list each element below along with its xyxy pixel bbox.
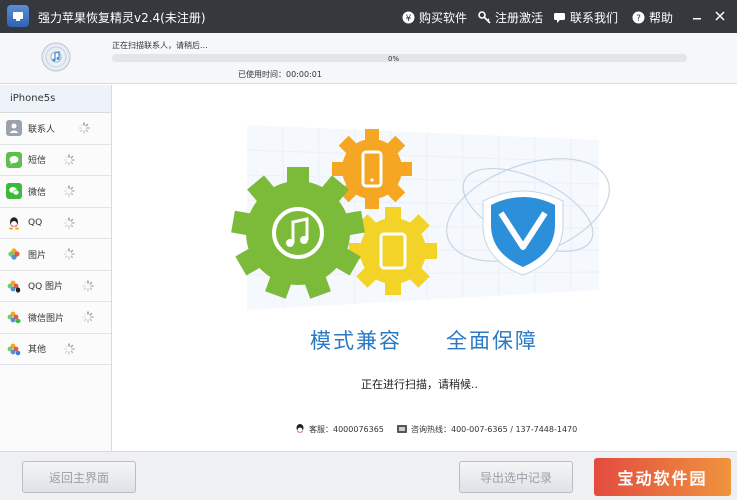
hotline: 咨询热线：400-007-6365 / 137-7448-1470 — [396, 423, 577, 435]
sidebar-item-messages[interactable]: 短信 — [0, 145, 111, 176]
scan-progress-panel: 正在扫描联系人，请稍后... 0% 已使用时间：00:00:01 — [0, 33, 737, 84]
site-watermark: 宝动软件园 — [594, 458, 731, 496]
loading-spinner-icon — [63, 248, 75, 260]
progress-percent: 0% — [388, 55, 400, 63]
phone-icon — [397, 425, 407, 433]
sidebar-item-label: 短信 — [28, 156, 47, 167]
help-icon: ? — [632, 11, 645, 24]
slogan-guarantee: 全面保障 — [446, 329, 538, 353]
scanning-message: 正在进行扫描，请稍候.. — [361, 378, 478, 391]
sidebar-item-qq-photos[interactable]: QQ 图片 — [0, 271, 111, 302]
yen-icon: ¥ — [402, 11, 415, 24]
main-panel: 模式兼容 全面保障 正在进行扫描，请稍候.. 客服：4000076365 咨询热… — [113, 85, 737, 451]
loading-spinner-icon — [82, 311, 94, 323]
sidebar-item-label: 微信 — [28, 187, 47, 198]
sidebar-item-label: 微信图片 — [28, 313, 65, 324]
register-activate-label: 注册激活 — [495, 11, 544, 25]
support-qq-text: 客服：4000076365 — [309, 424, 384, 434]
wechat-photos-icon — [6, 309, 22, 325]
qq-photos-icon — [6, 278, 22, 294]
close-button[interactable] — [711, 7, 729, 25]
qq-icon — [6, 215, 22, 231]
svg-text:¥: ¥ — [406, 14, 412, 24]
export-selected-button[interactable]: 导出选中记录 — [459, 461, 573, 493]
loading-spinner-icon — [63, 343, 75, 355]
loading-spinner-icon — [63, 185, 75, 197]
sidebar-item-label: 其他 — [28, 345, 47, 356]
hotline-text: 咨询热线：400-007-6365 / 137-7448-1470 — [411, 424, 578, 434]
compatibility-illustration — [231, 125, 610, 310]
chat-icon — [553, 11, 566, 24]
sidebar-item-label: 图片 — [28, 250, 47, 261]
help-label: 帮助 — [649, 11, 674, 25]
sidebar-item-qq[interactable]: QQ — [0, 208, 111, 239]
buy-software-label: 购买软件 — [419, 11, 468, 25]
loading-spinner-icon — [63, 154, 75, 166]
messages-icon — [6, 151, 22, 168]
minimize-button[interactable] — [688, 7, 706, 25]
music-disc-icon — [41, 42, 71, 72]
close-icon — [715, 11, 725, 21]
back-to-main-button[interactable]: 返回主界面 — [22, 461, 136, 493]
sidebar-item-photos[interactable]: 图片 — [0, 239, 111, 271]
minimize-icon — [693, 18, 701, 20]
slogan-compatible: 模式兼容 — [310, 329, 402, 353]
category-sidebar: iPhone5s 联系人 短信 微信 QQ 图片 QQ 图片 微信图片 其他 — [0, 85, 112, 451]
sidebar-item-label: 联系人 — [28, 124, 56, 135]
sidebar-item-label: QQ 图片 — [28, 282, 64, 293]
sidebar-item-wechat-photos[interactable]: 微信图片 — [0, 302, 111, 334]
sidebar-item-wechat[interactable]: 微信 — [0, 176, 111, 208]
title-bar: 强力苹果恢复精灵v2.4(未注册) ¥ 购买软件 注册激活 联系我们 ? 帮助 — [0, 0, 737, 33]
photos-icon — [6, 246, 22, 262]
elapsed-time: 已使用时间：00:00:01 — [238, 70, 322, 79]
loading-spinner-icon — [78, 122, 90, 134]
wechat-icon — [6, 183, 22, 200]
scan-status-text: 正在扫描联系人，请稍后... — [112, 41, 208, 50]
gear-phone-icon — [332, 129, 412, 209]
footer-bar: 返回主界面 导出选中记录 宝动软件园 — [0, 451, 737, 500]
contact-us-label: 联系我们 — [570, 11, 619, 25]
loading-spinner-icon — [82, 280, 94, 292]
app-title: 强力苹果恢复精灵v2.4(未注册) — [38, 11, 206, 25]
device-name: iPhone5s — [0, 85, 111, 113]
sidebar-item-other[interactable]: 其他 — [0, 334, 111, 365]
contact-us-button[interactable]: 联系我们 — [553, 9, 618, 26]
other-icon — [6, 341, 22, 357]
sidebar-item-contacts[interactable]: 联系人 — [0, 113, 111, 145]
qq-icon — [296, 424, 304, 433]
app-logo-icon — [7, 5, 29, 27]
help-button[interactable]: ? 帮助 — [632, 9, 673, 26]
contacts-icon — [6, 120, 22, 137]
support-qq: 客服：4000076365 — [294, 423, 384, 435]
register-activate-button[interactable]: 注册激活 — [478, 9, 543, 26]
progress-bar — [112, 54, 687, 62]
sidebar-item-label: QQ — [28, 217, 43, 228]
svg-text:?: ? — [636, 14, 641, 24]
loading-spinner-icon — [63, 217, 75, 229]
key-icon — [478, 11, 491, 24]
buy-software-button[interactable]: ¥ 购买软件 — [402, 9, 467, 26]
